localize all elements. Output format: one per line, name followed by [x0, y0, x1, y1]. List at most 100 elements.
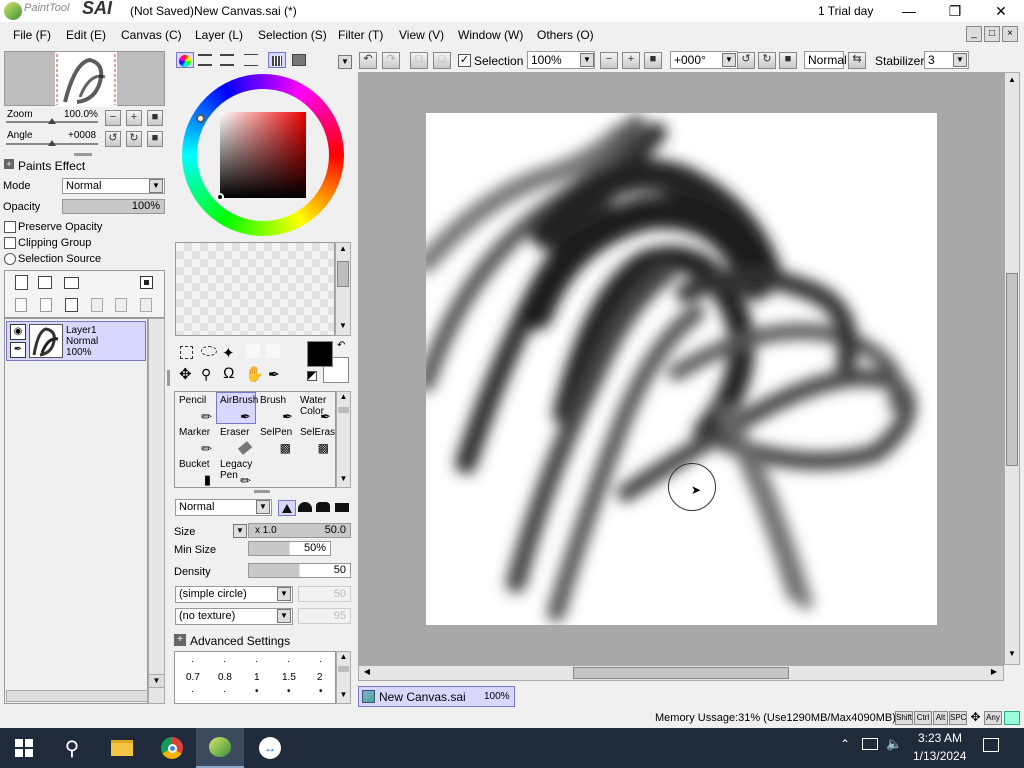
canvas-vscroll-thumb[interactable]	[1006, 273, 1018, 466]
canvas-vscrollbar[interactable]: ▲ ▼	[1004, 72, 1020, 665]
clipping-group-checkbox[interactable]	[4, 237, 16, 249]
mixer-tab[interactable]	[244, 54, 258, 66]
eyedropper-icon[interactable]: ✒	[268, 366, 280, 383]
clock-time[interactable]: 3:23 AM	[918, 731, 962, 745]
scratchpad-scrollbar[interactable]: ▲ ▼	[335, 242, 351, 336]
layer-list-scrollbar[interactable]	[148, 318, 165, 704]
rect-select-icon[interactable]	[180, 346, 193, 359]
menu-file[interactable]: File (F)	[13, 28, 51, 42]
toolbar-zoom-reset-button[interactable]: ■	[644, 52, 662, 69]
close-button[interactable]: ✕	[978, 0, 1024, 22]
swatches-tab[interactable]	[268, 52, 286, 68]
view-blend-select[interactable]: Normal	[804, 51, 847, 69]
canvas-paper[interactable]	[426, 113, 937, 625]
brush-shape-sharp[interactable]	[278, 500, 296, 516]
show-hidden-icons-chevron[interactable]: ⌃	[840, 737, 850, 751]
canvas-hscrollbar[interactable]: ◀ ▶	[358, 665, 1004, 681]
clock-date[interactable]: 1/13/2024	[913, 749, 966, 763]
foreground-color-swatch[interactable]	[307, 341, 333, 367]
rgb-slider-tab[interactable]	[198, 54, 212, 66]
density-slider[interactable]: 50	[248, 563, 351, 578]
tool-seleras[interactable]: SelEras ▩	[296, 424, 335, 456]
tool-pencil[interactable]: Pencil ✏	[175, 392, 215, 424]
chevron-down-icon[interactable]: ▼	[233, 524, 247, 538]
brush-size-presets[interactable]: · · · · · 0.7 0.8 1 1.5 2 · · • • •	[174, 651, 336, 704]
rotate-right-button[interactable]: ↻	[126, 131, 142, 147]
brush-shape-soft[interactable]	[316, 502, 330, 512]
saturation-value-square[interactable]	[220, 112, 306, 198]
scratchpad-tab[interactable]	[292, 54, 306, 66]
canvas-hscroll-thumb[interactable]	[573, 667, 789, 679]
apply-mask-icon[interactable]	[115, 298, 127, 312]
selection-checkbox[interactable]: ✓	[458, 54, 471, 67]
panel-options-chevron-icon[interactable]: ▼	[338, 55, 352, 69]
layer-item[interactable]: ◉ ✒ Layer1 Normal 100%	[6, 321, 146, 361]
hue-picker-handle[interactable]	[196, 114, 205, 123]
brush-shape-select[interactable]: (simple circle)	[175, 586, 293, 603]
hand-icon[interactable]: ✋	[245, 365, 264, 383]
rotate-reset-button[interactable]: ■	[147, 131, 163, 147]
eye-icon[interactable]: ◉	[10, 324, 26, 340]
chevron-down-icon[interactable]: ▼	[580, 53, 594, 67]
chevron-down-icon[interactable]: ▼	[277, 587, 291, 601]
toolbar-zoom-in-button[interactable]: +	[622, 52, 640, 69]
zoom-in-button[interactable]: +	[126, 110, 142, 126]
menu-edit[interactable]: Edit (E)	[66, 28, 106, 42]
volume-muted-icon[interactable]: 🔈	[886, 736, 902, 752]
panel-splitter[interactable]	[74, 153, 92, 156]
menu-layer[interactable]: Layer (L)	[195, 28, 243, 42]
restore-button[interactable]: ❐	[932, 0, 978, 22]
merge-down-icon[interactable]	[65, 298, 78, 312]
redo-button[interactable]: ↷	[382, 52, 400, 69]
flip-horizontal-button[interactable]: ⇆	[848, 52, 866, 69]
document-tab[interactable]: New Canvas.sai 100%	[358, 686, 515, 707]
color-wheel-tab[interactable]	[176, 52, 194, 68]
tool-watercolor[interactable]: Water Color ✒	[296, 392, 334, 424]
menu-filter[interactable]: Filter (T)	[338, 28, 383, 42]
chevron-down-icon[interactable]: ▼	[953, 53, 967, 67]
toolbar-rotate-left-button[interactable]: ↺	[737, 52, 755, 69]
menu-window[interactable]: Window (W)	[458, 28, 523, 42]
layer-scroll-down-icon[interactable]: ▼	[148, 674, 165, 688]
reset-colors-icon[interactable]	[307, 371, 317, 381]
invert-selection-button[interactable]: □	[433, 52, 451, 69]
hsv-slider-tab[interactable]	[220, 54, 234, 66]
layer-list[interactable]	[4, 318, 148, 704]
size-preset-label[interactable]: 0.7	[186, 672, 200, 683]
tool-brush[interactable]: Brush ✒	[256, 392, 296, 424]
advanced-settings-label[interactable]: Advanced Settings	[190, 634, 290, 648]
minimize-button[interactable]: —	[886, 0, 932, 22]
transfer-down-icon[interactable]	[40, 298, 52, 312]
size-preset-label[interactable]: 2	[317, 672, 323, 683]
tool-bucket[interactable]: Bucket ▮	[175, 456, 215, 488]
tool-grid-scrollbar[interactable]: ▲ ▼	[336, 391, 351, 488]
expand-plus-icon[interactable]: +	[174, 634, 186, 646]
panel-splitter[interactable]	[254, 490, 270, 493]
copy-layer-icon[interactable]	[15, 298, 27, 312]
menu-others[interactable]: Others (O)	[537, 28, 594, 42]
deselect-button[interactable]: □	[410, 52, 428, 69]
tool-airbrush[interactable]: AirBrush ✒	[216, 392, 258, 424]
swap-colors-icon[interactable]: ↶	[337, 340, 345, 351]
teamviewer-icon[interactable]: ↔	[246, 728, 294, 768]
brush-texture-select[interactable]: (no texture)	[175, 608, 293, 625]
file-explorer-icon[interactable]	[98, 728, 146, 768]
tool-eraser[interactable]: Eraser	[216, 424, 256, 456]
size-preset-label[interactable]: 1	[254, 672, 260, 683]
layer-mask-icon[interactable]	[140, 276, 153, 289]
mdi-close-button[interactable]: ×	[1002, 26, 1018, 42]
size-preset-label[interactable]: 0.8	[218, 672, 232, 683]
zoom-out-button[interactable]: −	[105, 110, 121, 126]
brush-shape-flat[interactable]	[335, 503, 349, 512]
tool-marker[interactable]: Marker ✏	[175, 424, 215, 456]
zoom-reset-button[interactable]: ■	[147, 110, 163, 126]
menu-view[interactable]: View (V)	[399, 28, 444, 42]
toolbar-rotate-right-button[interactable]: ↻	[758, 52, 776, 69]
chevron-down-icon[interactable]: ▼	[149, 179, 163, 193]
lasso-icon[interactable]	[201, 346, 217, 356]
scratchpad[interactable]	[175, 242, 335, 336]
expand-plus-icon[interactable]: +	[4, 159, 14, 169]
sv-picker-handle[interactable]	[216, 193, 224, 201]
mdi-restore-button[interactable]: □	[984, 26, 1000, 42]
chevron-down-icon[interactable]: ▼	[722, 53, 736, 67]
